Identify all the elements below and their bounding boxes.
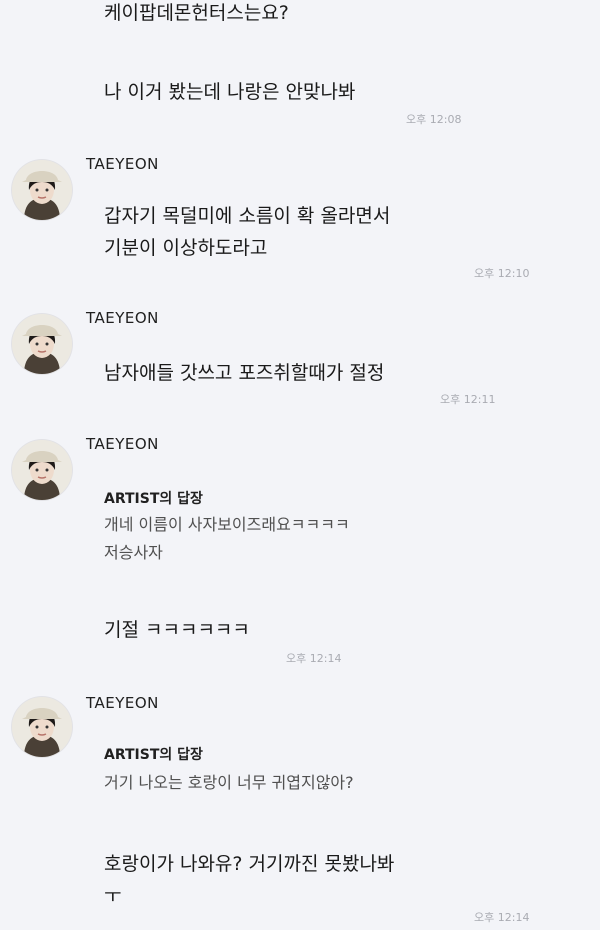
message-text: 기분이 이상하도라고 <box>104 237 268 259</box>
avatar-image <box>12 314 72 374</box>
reply-title: ARTIST의 답장 <box>104 491 203 507</box>
message-time: 오후 12:08 <box>406 113 462 126</box>
message-time: 오후 12:14 <box>474 911 530 924</box>
avatar-image <box>12 160 72 220</box>
message-text: 남자애들 갓쓰고 포즈취할때가 절정 <box>104 362 385 384</box>
reply-text: 개네 이름이 사자보이즈래요ㅋㅋㅋㅋ <box>104 515 350 534</box>
message-time: 오후 12:10 <box>474 267 530 280</box>
sender-name[interactable]: TAEYEON <box>86 155 159 173</box>
message-time: 오후 12:11 <box>440 393 496 406</box>
avatar-image <box>12 697 72 757</box>
sender-name[interactable]: TAEYEON <box>86 435 159 453</box>
message-time: 오후 12:14 <box>286 652 342 665</box>
avatar[interactable] <box>12 314 72 374</box>
message-text: 호랑이가 나와유? 거기까진 못봤나봐 <box>104 853 395 875</box>
message-text: ㅜ <box>104 885 122 907</box>
message-text: 케이팝데몬헌터스는요? <box>104 2 289 24</box>
sender-name[interactable]: TAEYEON <box>86 309 159 327</box>
avatar[interactable] <box>12 440 72 500</box>
message-text: 갑자기 목덜미에 소름이 확 올라면서 <box>104 205 391 227</box>
reply-text: 저승사자 <box>104 543 163 562</box>
message-text: 기절 ㅋㅋㅋㅋㅋㅋ <box>104 619 250 641</box>
message-text: 나 이거 봤는데 나랑은 안맞나봐 <box>104 81 356 103</box>
avatar-image <box>12 440 72 500</box>
reply-title: ARTIST의 답장 <box>104 747 203 763</box>
chat-log: 케이팝데몬헌터스는요? 나 이거 봤는데 나랑은 안맞나봐 오후 12:08 T… <box>0 0 600 930</box>
sender-name[interactable]: TAEYEON <box>86 694 159 712</box>
reply-text: 거기 나오는 호랑이 너무 귀엽지않아? <box>104 773 354 792</box>
avatar[interactable] <box>12 160 72 220</box>
avatar[interactable] <box>12 697 72 757</box>
